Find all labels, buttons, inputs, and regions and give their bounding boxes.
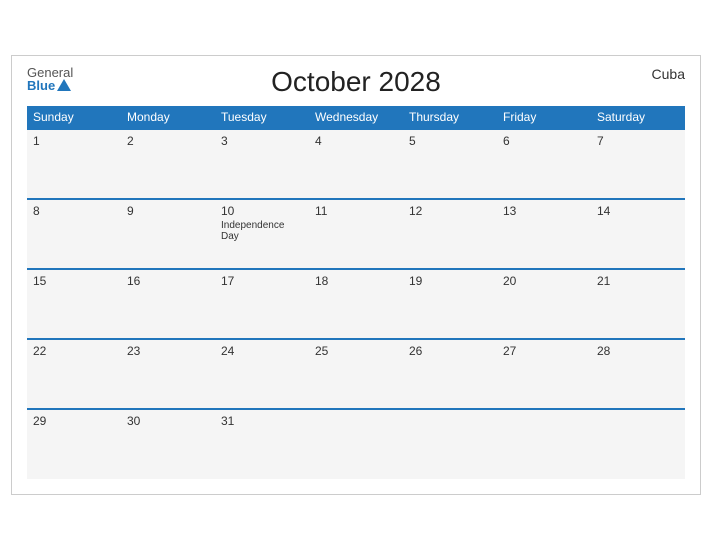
calendar-day-cell: 11	[309, 199, 403, 269]
calendar-week-row: 1234567	[27, 129, 685, 199]
header-wednesday: Wednesday	[309, 106, 403, 129]
day-number: 6	[503, 134, 585, 148]
calendar-day-cell: 21	[591, 269, 685, 339]
calendar-day-cell: 5	[403, 129, 497, 199]
day-number: 15	[33, 274, 115, 288]
calendar-week-row: 89 10 Independence Day 11 12 13 14	[27, 199, 685, 269]
day-number: 8	[33, 204, 115, 218]
calendar-day-cell: 18	[309, 269, 403, 339]
calendar-day-cell: 30	[121, 409, 215, 479]
day-number: 28	[597, 344, 679, 358]
calendar-day-cell	[591, 409, 685, 479]
day-number: 30	[127, 414, 209, 428]
weekday-header-row: Sunday Monday Tuesday Wednesday Thursday…	[27, 106, 685, 129]
calendar-day-cell: 25	[309, 339, 403, 409]
calendar-day-cell: 24	[215, 339, 309, 409]
calendar-day-cell: 29	[27, 409, 121, 479]
day-number: 14	[597, 204, 679, 218]
day-number: 3	[221, 134, 303, 148]
calendar-day-cell: 9	[121, 199, 215, 269]
calendar-header: General Blue October 2028 Cuba	[27, 66, 685, 98]
day-number: 7	[597, 134, 679, 148]
event-label: Independence Day	[221, 220, 303, 242]
calendar-day-cell: 7	[591, 129, 685, 199]
day-number: 24	[221, 344, 303, 358]
day-number: 13	[503, 204, 585, 218]
day-number: 22	[33, 344, 115, 358]
calendar: General Blue October 2028 Cuba Sunday Mo…	[11, 55, 701, 495]
logo-triangle-icon	[57, 79, 71, 91]
calendar-day-cell: 26	[403, 339, 497, 409]
calendar-day-cell: 13	[497, 199, 591, 269]
header-tuesday: Tuesday	[215, 106, 309, 129]
calendar-day-cell: 16	[121, 269, 215, 339]
calendar-title: October 2028	[271, 66, 441, 98]
day-number: 20	[503, 274, 585, 288]
day-number: 21	[597, 274, 679, 288]
day-number: 18	[315, 274, 397, 288]
country-label: Cuba	[652, 66, 685, 82]
calendar-day-cell: 14	[591, 199, 685, 269]
calendar-day-cell: 22	[27, 339, 121, 409]
day-number: 29	[33, 414, 115, 428]
calendar-day-cell: 1	[27, 129, 121, 199]
calendar-day-cell: 8	[27, 199, 121, 269]
calendar-week-row: 29 30 31	[27, 409, 685, 479]
day-number: 9	[127, 204, 209, 218]
day-number: 31	[221, 414, 303, 428]
calendar-day-cell: 4	[309, 129, 403, 199]
day-number: 12	[409, 204, 491, 218]
day-number: 1	[33, 134, 115, 148]
day-number: 4	[315, 134, 397, 148]
day-number: 5	[409, 134, 491, 148]
calendar-day-cell	[309, 409, 403, 479]
day-number: 10	[221, 204, 303, 218]
calendar-day-cell: 3	[215, 129, 309, 199]
calendar-day-cell: 6	[497, 129, 591, 199]
header-friday: Friday	[497, 106, 591, 129]
day-number: 25	[315, 344, 397, 358]
day-number: 11	[315, 204, 397, 218]
calendar-day-cell: 15	[27, 269, 121, 339]
calendar-day-cell: 2	[121, 129, 215, 199]
calendar-day-cell	[403, 409, 497, 479]
calendar-day-cell: 23	[121, 339, 215, 409]
calendar-week-row: 22 23 24 25 26 27 28	[27, 339, 685, 409]
calendar-day-cell: 28	[591, 339, 685, 409]
calendar-table: Sunday Monday Tuesday Wednesday Thursday…	[27, 106, 685, 479]
calendar-day-cell: 10 Independence Day	[215, 199, 309, 269]
day-number: 2	[127, 134, 209, 148]
calendar-week-row: 15 16 17 18 19 20 21	[27, 269, 685, 339]
calendar-day-cell: 19	[403, 269, 497, 339]
calendar-day-cell	[497, 409, 591, 479]
day-number: 23	[127, 344, 209, 358]
calendar-day-cell: 12	[403, 199, 497, 269]
day-number: 19	[409, 274, 491, 288]
header-thursday: Thursday	[403, 106, 497, 129]
day-number: 17	[221, 274, 303, 288]
calendar-day-cell: 31	[215, 409, 309, 479]
day-number: 26	[409, 344, 491, 358]
calendar-day-cell: 17	[215, 269, 309, 339]
day-number: 16	[127, 274, 209, 288]
header-monday: Monday	[121, 106, 215, 129]
day-number: 27	[503, 344, 585, 358]
calendar-day-cell: 20	[497, 269, 591, 339]
calendar-day-cell: 27	[497, 339, 591, 409]
header-saturday: Saturday	[591, 106, 685, 129]
logo-blue-text: Blue	[27, 79, 73, 92]
logo: General Blue	[27, 66, 73, 92]
header-sunday: Sunday	[27, 106, 121, 129]
